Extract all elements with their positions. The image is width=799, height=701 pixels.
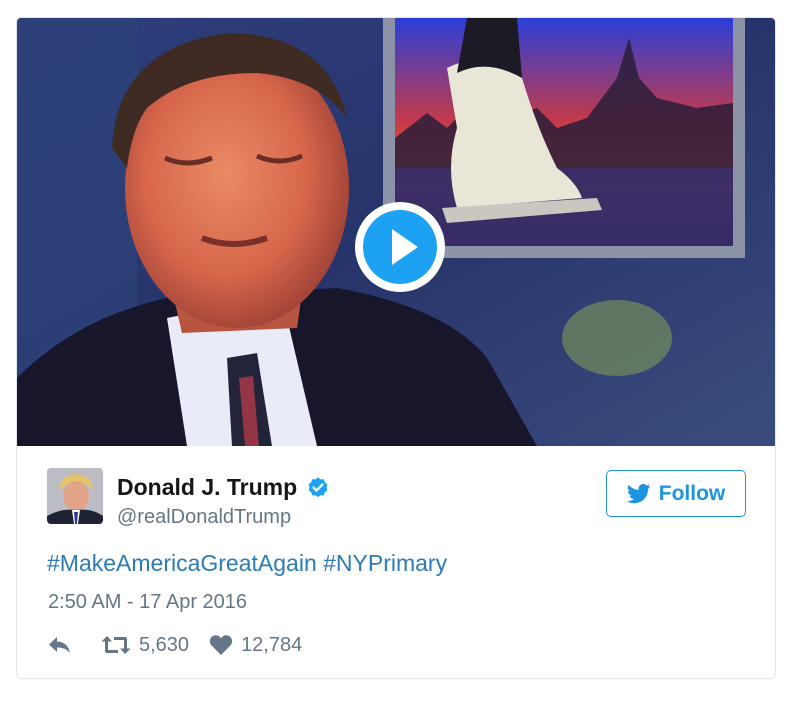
hashtag-link[interactable]: #NYPrimary [323, 550, 447, 576]
avatar[interactable] [47, 468, 103, 524]
reply-button[interactable] [47, 634, 73, 656]
tweet-timestamp[interactable]: 2:50 AM - 17 Apr 2016 [48, 591, 247, 614]
retweet-button[interactable]: 5,630 [101, 634, 189, 657]
author-display-name[interactable]: Donald J. Trump [117, 474, 297, 501]
retweet-icon [101, 636, 131, 654]
heart-icon [209, 635, 233, 655]
play-icon[interactable] [352, 199, 448, 295]
reply-icon [49, 637, 70, 653]
video-player[interactable] [17, 18, 775, 446]
hashtag-link[interactable]: #MakeAmericaGreatAgain [47, 550, 317, 576]
author-handle[interactable]: @realDonaldTrump [117, 506, 291, 529]
tweet-embed-card: Donald J. Trump @realDonaldTrump Follow … [16, 17, 776, 679]
twitter-bird-icon [626, 483, 651, 503]
follow-button[interactable]: Follow [606, 470, 746, 517]
verified-badge-icon [308, 477, 328, 497]
tweet-text: #MakeAmericaGreatAgain #NYPrimary [47, 550, 447, 577]
retweet-count: 5,630 [139, 633, 190, 656]
author-name-row: Donald J. Trump [117, 474, 330, 501]
like-button[interactable]: 12,784 [209, 634, 302, 657]
avatar-photo-icon [47, 468, 103, 524]
follow-label: Follow [658, 481, 726, 505]
tweet-actions: 5,630 12,784 [47, 630, 302, 660]
tweet-author: Donald J. Trump @realDonaldTrump [47, 468, 497, 528]
like-count: 12,784 [241, 633, 303, 656]
